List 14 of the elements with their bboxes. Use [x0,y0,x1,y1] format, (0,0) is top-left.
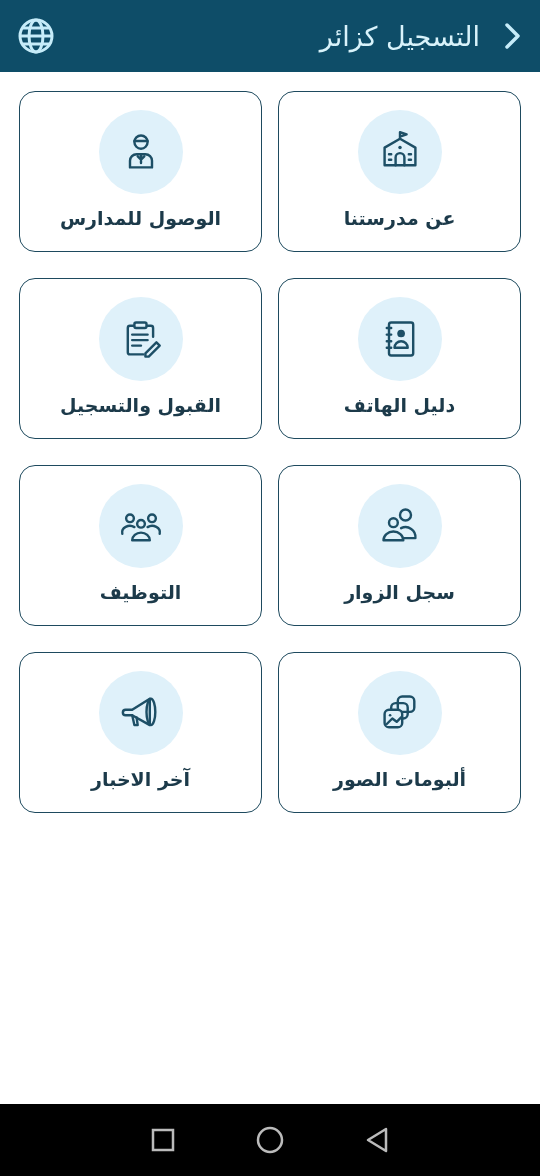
menu-tile[interactable]: آخر الاخبار [19,652,262,813]
back-icon[interactable] [365,1127,390,1153]
menu-tile[interactable]: سجل الزوار [278,465,521,626]
menu-tile[interactable]: القبول والتسجيل [19,278,262,439]
menu-tile[interactable]: الوصول للمدارس [19,91,262,252]
menu-tile[interactable]: دليل الهاتف [278,278,521,439]
menu-tile[interactable]: عن مدرستنا [278,91,521,252]
globe-icon[interactable] [18,18,54,54]
page-title: التسجيل كزائر [317,20,481,52]
square-icon[interactable] [150,1128,175,1152]
menu-tile[interactable]: ألبومات الصور [278,652,521,813]
home-icon[interactable] [256,1126,284,1154]
menu-tile[interactable]: التوظيف [19,465,262,626]
chevron-right-icon[interactable] [504,22,522,50]
